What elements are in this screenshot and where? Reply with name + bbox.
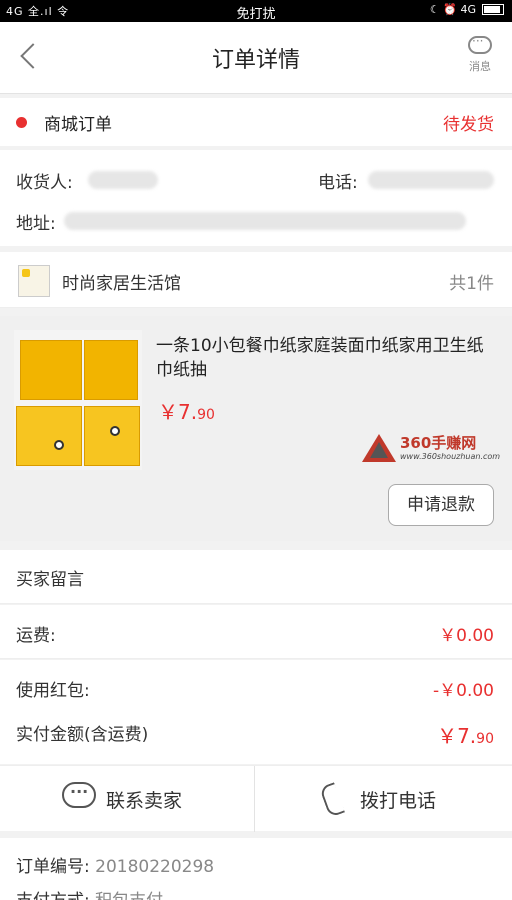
price-main: ￥7. bbox=[158, 400, 198, 424]
battery-icon bbox=[482, 4, 504, 15]
address-redacted bbox=[64, 212, 466, 230]
product-title: 一条10小包餐巾纸家庭装面巾纸家用卫生纸巾纸抽 bbox=[156, 336, 484, 380]
price-decimal: 90 bbox=[197, 407, 215, 423]
call-button[interactable]: 拨打电话 bbox=[256, 766, 511, 832]
remark-label: 买家留言 bbox=[16, 570, 84, 590]
message-label: 消息 bbox=[469, 60, 491, 73]
receiver-name-redacted bbox=[88, 171, 158, 189]
shipping-label: 运费: bbox=[16, 626, 56, 646]
shipping-value: ￥0.00 bbox=[439, 626, 494, 646]
watermark-name: 360手赚网 bbox=[400, 434, 477, 452]
address-label: 地址: bbox=[16, 214, 56, 234]
total-main: ￥7. bbox=[437, 724, 477, 748]
status-bar: 4G 全.ıl 令 免打扰 ☾ ⏰ 4G bbox=[0, 0, 512, 22]
order-number-value: 20180220298 bbox=[95, 857, 215, 877]
address-section: 收货人: 电话: 地址: bbox=[0, 150, 512, 246]
page-title: 订单详情 bbox=[211, 48, 300, 73]
order-number-label: 订单编号: bbox=[16, 857, 90, 877]
payment-method-value: 积包支付 bbox=[95, 891, 163, 900]
watermark-icon bbox=[362, 434, 396, 462]
chat-icon bbox=[62, 782, 96, 812]
product-price: ￥7.90 bbox=[158, 396, 215, 425]
order-number-row: 订单编号: 20180220298 bbox=[16, 852, 214, 877]
status-right: ☾ ⏰ 4G bbox=[430, 3, 504, 16]
phone-icon bbox=[320, 782, 346, 816]
watermark-logo: 360手赚网 www.360shouzhuan.com bbox=[362, 432, 508, 468]
payment-method-label: 支付方式: bbox=[16, 891, 90, 900]
total-decimal: 90 bbox=[476, 731, 494, 747]
refund-button[interactable]: 申请退款 bbox=[388, 484, 494, 526]
order-status: 待发货 bbox=[443, 115, 494, 135]
shop-row[interactable]: 时尚家居生活馆 共1件 bbox=[0, 252, 512, 308]
order-type-label: 商城订单 bbox=[44, 115, 112, 135]
phone-redacted bbox=[368, 171, 494, 189]
receiver-label: 收货人: bbox=[16, 173, 73, 193]
item-count: 共1件 bbox=[449, 274, 494, 294]
redpack-label: 使用红包: bbox=[16, 681, 90, 701]
action-bar: 联系卖家 拨打电话 bbox=[0, 765, 512, 832]
shipping-row: 运费: ￥0.00 bbox=[0, 605, 512, 659]
order-type-row: 商城订单 待发货 bbox=[0, 98, 512, 146]
contact-seller-label: 联系卖家 bbox=[106, 790, 183, 812]
total-label: 实付金额(含运费) bbox=[16, 725, 149, 745]
phone-label: 电话: bbox=[318, 173, 358, 193]
product-item[interactable]: 一条10小包餐巾纸家庭装面巾纸家用卫生纸巾纸抽 ￥7.90 360手赚网 www… bbox=[0, 316, 512, 541]
redpack-value: -￥0.00 bbox=[433, 681, 494, 701]
status-icons: ☾ ⏰ 4G bbox=[429, 3, 476, 16]
total-value: ￥7.90 bbox=[437, 720, 494, 749]
contact-seller-button[interactable]: 联系卖家 bbox=[0, 766, 255, 832]
nav-bar: 订单详情 消息 bbox=[0, 22, 512, 94]
call-label: 拨打电话 bbox=[360, 790, 437, 812]
buyer-remark-row: 买家留言 bbox=[0, 550, 512, 604]
order-info: 订单编号: 20180220298 支付方式: 积包支付 bbox=[0, 838, 512, 900]
red-dot-icon bbox=[16, 117, 27, 128]
shop-logo bbox=[18, 265, 50, 297]
chat-bubble-icon bbox=[468, 34, 492, 54]
shop-name: 时尚家居生活馆 bbox=[62, 274, 181, 294]
watermark-url: www.360shouzhuan.com bbox=[400, 452, 501, 461]
payment-summary: 使用红包: -￥0.00 实付金额(含运费) ￥7.90 bbox=[0, 660, 512, 764]
message-button[interactable]: 消息 bbox=[460, 34, 500, 74]
payment-method-row: 支付方式: 积包支付 bbox=[16, 886, 163, 900]
product-image bbox=[14, 330, 142, 470]
